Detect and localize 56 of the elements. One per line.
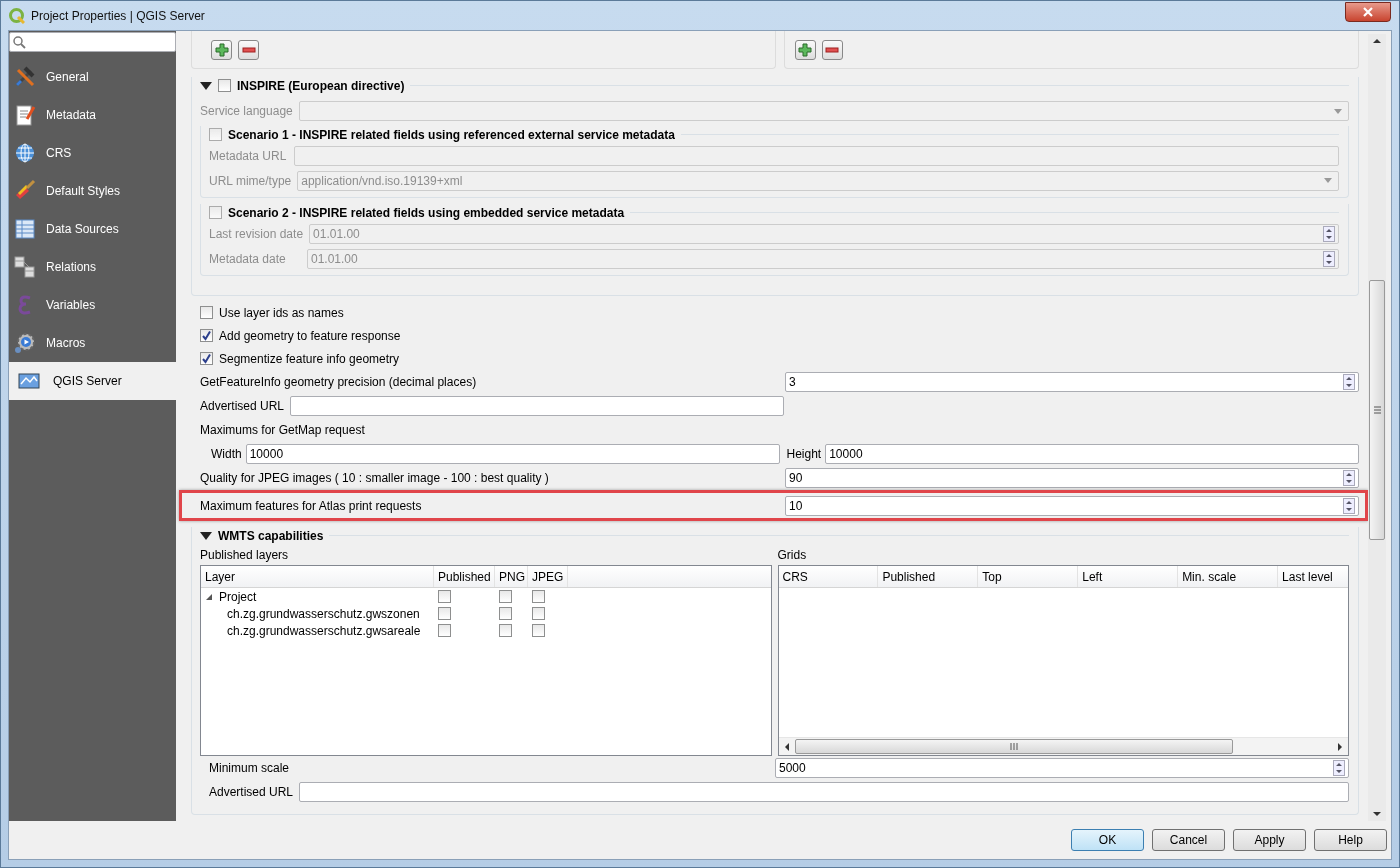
field-label: Metadata URL	[209, 148, 288, 163]
sidebar-item[interactable]: Default Styles	[9, 172, 176, 210]
sidebar-item[interactable]: Variables	[9, 286, 176, 324]
section-label: Grids	[777, 547, 808, 564]
sidebar-item[interactable]: Metadata	[9, 96, 176, 134]
group-title: WMTS capabilities	[218, 528, 324, 543]
section-label: Maximums for GetMap request	[200, 423, 366, 437]
checkbox-label: Use layer ids as names	[219, 305, 344, 320]
column-header[interactable]: JPEG	[528, 566, 568, 587]
field-label: Maximum features for Atlas print requests	[200, 498, 423, 513]
column-header[interactable]: Min. scale	[1178, 566, 1279, 587]
height-field[interactable]: 10000	[825, 444, 1359, 464]
field-label: GetFeatureInfo geometry precision (decimal places)	[200, 375, 478, 389]
width-field[interactable]: 10000	[245, 444, 780, 464]
group-title: Scenario 1 - INSPIRE related fields using referenced external service metadata	[228, 127, 675, 142]
spin-box[interactable]: 3	[785, 372, 1359, 392]
dialog-button[interactable]: Help	[1314, 829, 1387, 851]
dialog-button[interactable]: OK	[1071, 829, 1144, 851]
field-label: Quality for JPEG images ( 10 : smaller image - 100 : best quality )	[200, 471, 550, 485]
field-label: Service language	[200, 104, 293, 118]
spin-box[interactable]: 90	[785, 468, 1359, 488]
field-label: Metadata date	[209, 251, 287, 266]
dialog-button[interactable]: Apply	[1233, 829, 1306, 851]
column-header[interactable]: Layer	[201, 566, 434, 587]
window-title: Project Properties | QGIS Server	[31, 8, 205, 23]
checkbox-label: Segmentize feature info geometry	[219, 351, 400, 366]
field-label: Advertised URL	[209, 785, 294, 799]
field-label: Width	[211, 447, 242, 461]
sidebar-item[interactable]: CRS	[9, 134, 176, 172]
layer-name[interactable]: Project	[219, 589, 257, 604]
group-title: INSPIRE (European directive)	[237, 78, 405, 93]
section-label: Published layers	[200, 547, 290, 564]
group-title: Scenario 2 - INSPIRE related fields using embedded service metadata	[228, 205, 625, 220]
checkbox-label: Add geometry to feature response	[219, 328, 401, 343]
sidebar-item[interactable]: QGIS Server	[9, 362, 176, 400]
field-label: URL mime/type	[209, 173, 292, 188]
column-header[interactable]: PNG	[495, 566, 528, 587]
column-header[interactable]: Published	[434, 566, 495, 587]
layer-name[interactable]: ch.zg.grundwasserschutz.gwszonen	[227, 606, 420, 621]
sidebar-item[interactable]: Relations	[9, 248, 176, 286]
column-header[interactable]: CRS	[778, 566, 879, 587]
layer-name[interactable]: ch.zg.grundwasserschutz.gwsareale	[227, 623, 421, 638]
column-header[interactable]: Published	[878, 566, 979, 587]
column-header[interactable]: Left	[1078, 566, 1179, 587]
field-label: Last revision date	[209, 226, 304, 241]
field-label: Height	[786, 447, 822, 461]
spin-box[interactable]: 5000	[775, 758, 1349, 778]
column-header[interactable]: Last level	[1278, 566, 1348, 587]
dialog-button[interactable]: Cancel	[1152, 829, 1225, 851]
field-label: Advertised URL	[200, 399, 285, 413]
spin-box[interactable]: 10	[785, 495, 1359, 516]
field-label: Minimum scale	[209, 761, 290, 775]
column-header[interactable]: Top	[978, 566, 1079, 587]
sidebar-item[interactable]: General	[9, 58, 176, 96]
sidebar-item[interactable]: Macros	[9, 324, 176, 362]
sidebar-item[interactable]: Data Sources	[9, 210, 176, 248]
